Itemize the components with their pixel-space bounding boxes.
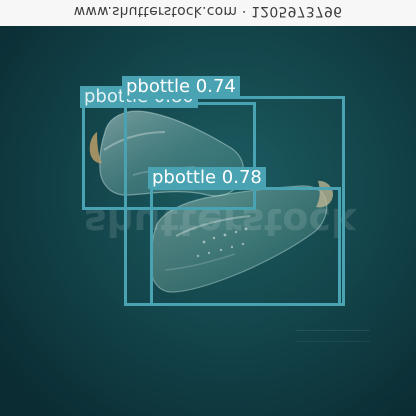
detection-label-2: pbottle 0.74 bbox=[122, 76, 240, 98]
faint-watermark-mark bbox=[296, 330, 370, 342]
detection-box-3 bbox=[150, 187, 341, 306]
detection-label-3: pbottle 0.78 bbox=[148, 167, 266, 189]
detection-scene: www.shutterstock.com · 1205973796 shutte… bbox=[0, 0, 416, 416]
watermark-banner: www.shutterstock.com · 1205973796 bbox=[0, 0, 416, 26]
banner-text: www.shutterstock.com · 1205973796 bbox=[73, 3, 343, 19]
